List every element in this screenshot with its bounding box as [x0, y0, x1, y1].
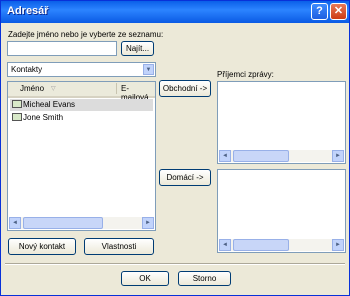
- scroll-thumb[interactable]: [233, 239, 289, 251]
- scroll-right-button[interactable]: ►: [332, 239, 344, 251]
- contact-row[interactable]: Micheal Evans: [10, 99, 153, 111]
- contact-row[interactable]: Jone Smith: [10, 112, 153, 124]
- cancel-button[interactable]: Storno: [178, 271, 231, 286]
- commercial-recipients-button[interactable]: Obchodní ->: [159, 80, 211, 97]
- contacts-list[interactable]: Jméno ▽ E-mailová Micheal Evans Jone Smi…: [7, 81, 156, 231]
- address-book-window: Adresář ? ✕ Zadejte jméno nebo je vybert…: [0, 0, 350, 296]
- commercial-recipients-list[interactable]: ◄ ►: [217, 81, 346, 164]
- scroll-thumb[interactable]: [23, 217, 103, 229]
- scroll-left-button[interactable]: ◄: [219, 239, 231, 251]
- home-recipients-button[interactable]: Domácí ->: [159, 169, 211, 186]
- search-input[interactable]: [7, 41, 117, 56]
- chevron-down-icon[interactable]: ▼: [143, 64, 154, 75]
- ok-button[interactable]: OK: [121, 271, 169, 286]
- scroll-right-button[interactable]: ►: [332, 150, 344, 162]
- close-button[interactable]: ✕: [330, 3, 347, 20]
- new-contact-button[interactable]: Nový kontakt: [8, 238, 76, 255]
- find-button[interactable]: Najít...: [121, 41, 154, 56]
- properties-button[interactable]: Vlastnosti: [84, 238, 154, 255]
- source-dropdown-value: Kontakty: [11, 65, 43, 74]
- contact-name: Micheal Evans: [23, 100, 76, 109]
- window-title: Adresář: [7, 5, 49, 17]
- home-list-scrollbar[interactable]: ◄ ►: [219, 239, 344, 251]
- title-bar[interactable]: Adresář ? ✕: [1, 1, 349, 23]
- recipients-label: Příjemci zprávy:: [217, 70, 274, 79]
- contact-card-icon: [12, 100, 22, 108]
- contacts-list-header: Jméno ▽ E-mailová: [8, 82, 155, 102]
- scroll-right-button[interactable]: ►: [142, 217, 154, 229]
- commercial-list-scrollbar[interactable]: ◄ ►: [219, 150, 344, 162]
- contact-card-icon: [12, 113, 22, 121]
- source-dropdown[interactable]: Kontakty ▼: [7, 62, 156, 77]
- divider: [5, 263, 345, 265]
- contact-name: Jone Smith: [23, 113, 64, 122]
- scroll-left-button[interactable]: ◄: [219, 150, 231, 162]
- scroll-thumb[interactable]: [233, 150, 289, 162]
- home-recipients-list[interactable]: ◄ ►: [217, 169, 346, 253]
- column-header-name[interactable]: Jméno: [20, 84, 44, 93]
- contacts-horizontal-scrollbar[interactable]: ◄ ►: [9, 217, 154, 229]
- column-divider: [116, 83, 117, 94]
- scroll-left-button[interactable]: ◄: [9, 217, 21, 229]
- help-button[interactable]: ?: [311, 3, 328, 20]
- sort-arrow-icon: ▽: [51, 86, 56, 92]
- search-prompt-label: Zadejte jméno nebo je vyberte ze seznamu…: [8, 30, 164, 39]
